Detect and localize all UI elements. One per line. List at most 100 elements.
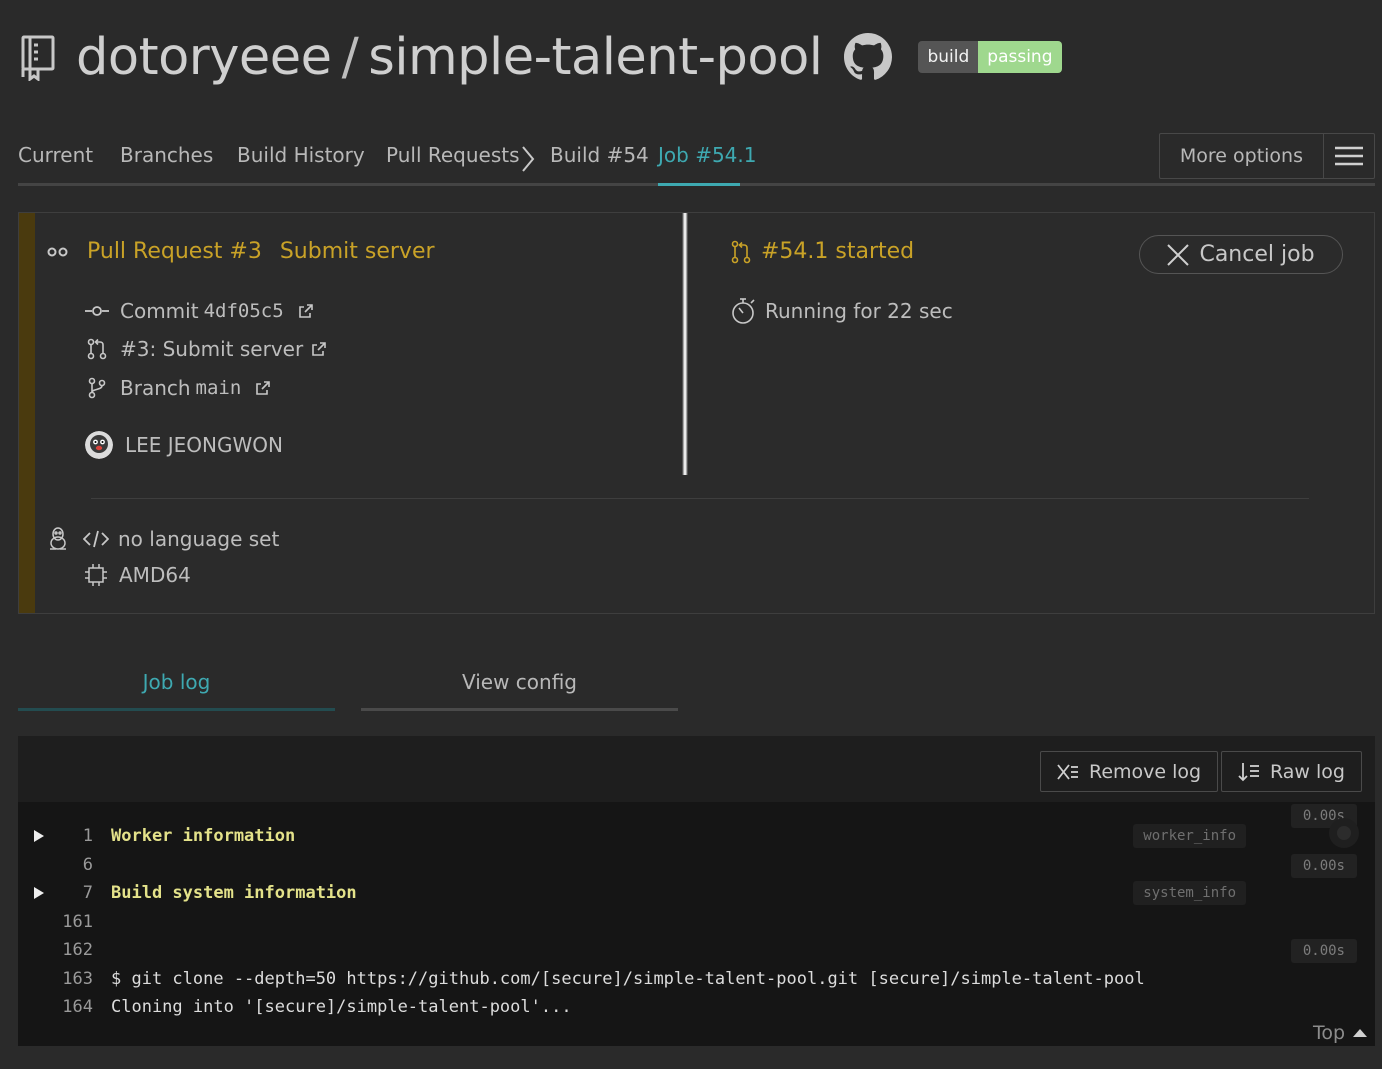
cpu-chip-icon <box>85 564 107 586</box>
tab-job-log-label: Job log <box>142 670 211 694</box>
repo-title: dotoryeee / simple-talent-pool <box>76 27 823 87</box>
running-time-text: Running for 22 sec <box>765 299 953 323</box>
cancel-job-button[interactable]: Cancel job <box>1139 235 1343 274</box>
more-options-label: More options <box>1160 134 1324 178</box>
expand-triangle-icon[interactable] <box>33 829 45 843</box>
log-line: 163 $ git clone --depth=50 https://githu… <box>18 966 1375 994</box>
tab-underline <box>18 708 335 711</box>
repo-header: dotoryeee / simple-talent-pool build passi… <box>18 22 1062 92</box>
log-line: 161 <box>18 909 1375 937</box>
nav-active-underline <box>658 183 740 186</box>
tab-view-config[interactable]: View config <box>361 660 678 711</box>
tab-build-history[interactable]: Build History <box>237 143 365 167</box>
remove-log-icon <box>1057 763 1078 780</box>
branch-icon <box>85 376 109 400</box>
raw-log-label: Raw log <box>1270 760 1345 783</box>
close-icon <box>1167 243 1190 266</box>
raw-log-icon <box>1238 762 1259 781</box>
status-stripe <box>19 213 35 613</box>
log-fold-line[interactable]: 7 Build system information system_info <box>18 880 1375 908</box>
commit-label: Commit <box>120 299 199 323</box>
remove-log-button[interactable]: Remove log <box>1040 751 1219 792</box>
pull-request-icon <box>731 240 751 263</box>
tab-build[interactable]: Build #54 <box>550 143 649 167</box>
cancel-job-label: Cancel job <box>1199 242 1315 267</box>
expand-triangle-icon[interactable] <box>33 886 45 900</box>
commit-sha[interactable]: 4df05c5 <box>204 300 284 322</box>
fold-tag: system_info <box>1133 881 1246 905</box>
badge-label: build <box>918 41 979 73</box>
repo-name[interactable]: simple-talent-pool <box>368 28 823 87</box>
external-link-icon[interactable] <box>298 303 314 319</box>
branch-row[interactable]: Branch main <box>85 376 271 400</box>
tab-view-config-label: View config <box>461 670 578 694</box>
commit-icon <box>85 299 109 323</box>
pull-request-dots-icon <box>47 247 68 256</box>
linux-tux-icon <box>50 527 66 550</box>
stopwatch-icon <box>732 298 755 324</box>
log-toolbar: Remove log Raw log <box>18 736 1375 802</box>
pull-request-header: Pull Request #3 Submit server <box>47 239 435 264</box>
branch-label: Branch <box>120 376 191 400</box>
repo-separator: / <box>341 27 359 87</box>
repo-owner[interactable]: dotoryeee <box>76 28 332 87</box>
job-status-text: #54.1 started <box>761 239 915 264</box>
repo-nav: Current Branches Build History Pull Requ… <box>18 133 1375 187</box>
line-number[interactable]: 1 <box>53 826 93 846</box>
badge-status: passing <box>978 41 1062 73</box>
avatar <box>85 431 113 459</box>
architecture-text: AMD64 <box>119 563 191 587</box>
branch-name[interactable]: main <box>196 377 242 399</box>
tab-underline <box>361 708 678 711</box>
pull-request-title[interactable]: Pull Request #3 <box>87 239 262 264</box>
line-number[interactable]: 7 <box>53 883 93 903</box>
tab-branches[interactable]: Branches <box>120 143 213 167</box>
author-row: LEE JEONGWON <box>85 431 283 459</box>
log-text: Worker information <box>111 826 296 846</box>
log-text: Build system information <box>111 883 357 903</box>
github-icon[interactable] <box>844 33 893 81</box>
log-fold-line[interactable]: 1 Worker information worker_info <box>18 823 1375 851</box>
more-options-button[interactable]: More options <box>1158 133 1375 179</box>
tab-current[interactable]: Current <box>18 143 93 167</box>
pull-request-link[interactable]: #3: Submit server <box>120 337 303 361</box>
pull-request-link-row[interactable]: #3: Submit server <box>85 337 327 361</box>
external-link-icon[interactable] <box>255 380 271 396</box>
commit-row[interactable]: Commit 4df05c5 <box>85 299 314 323</box>
job-summary-card: Pull Request #3 Submit server Commit 4df… <box>18 212 1375 614</box>
chevron-right-icon <box>522 146 535 172</box>
tab-pull-requests[interactable]: Pull Requests <box>386 143 520 167</box>
running-time: Running for 22 sec <box>731 297 953 325</box>
repo-book-icon <box>21 35 55 81</box>
line-number[interactable]: 162 <box>53 940 93 960</box>
tab-job-log[interactable]: Job log <box>18 660 335 711</box>
raw-log-button[interactable]: Raw log <box>1221 751 1362 792</box>
language-row: no language set <box>47 526 279 552</box>
job-status: #54.1 started <box>731 239 914 264</box>
log-text: $ git clone --depth=50 https://github.co… <box>111 969 1145 989</box>
scroll-top-link[interactable]: Top <box>1313 1022 1367 1044</box>
build-status-badge[interactable]: build passing <box>918 41 1062 73</box>
hamburger-menu-icon[interactable] <box>1324 134 1374 178</box>
fold-tag: worker_info <box>1133 824 1246 848</box>
external-link-icon[interactable] <box>311 341 327 357</box>
pull-request-message: Submit server <box>279 239 435 264</box>
line-number[interactable]: 6 <box>53 855 93 875</box>
line-number[interactable]: 161 <box>53 912 93 932</box>
log-line: 164 Cloning into '[secure]/simple-talent… <box>18 994 1375 1022</box>
pull-request-icon <box>85 337 109 361</box>
log-line: 162 0.00s <box>18 937 1375 965</box>
remove-log-label: Remove log <box>1089 760 1202 783</box>
log-text: Cloning into '[secure]/simple-talent-poo… <box>111 997 572 1017</box>
log-line: 6 0.00s <box>18 852 1375 880</box>
scroll-top-label: Top <box>1312 1022 1345 1044</box>
language-text: no language set <box>118 527 280 551</box>
tab-job[interactable]: Job #54.1 <box>658 143 756 167</box>
architecture-row: AMD64 <box>85 563 191 587</box>
fold-duration: 0.00s <box>1290 939 1357 963</box>
line-number[interactable]: 164 <box>53 997 93 1017</box>
log-lines: 0.00s 1 Worker information worker_info 6… <box>18 802 1375 1046</box>
code-icon <box>83 530 109 548</box>
line-number[interactable]: 163 <box>53 969 93 989</box>
job-log-panel: Remove log Raw log 0.00s 1 Worker inform… <box>18 736 1375 1046</box>
